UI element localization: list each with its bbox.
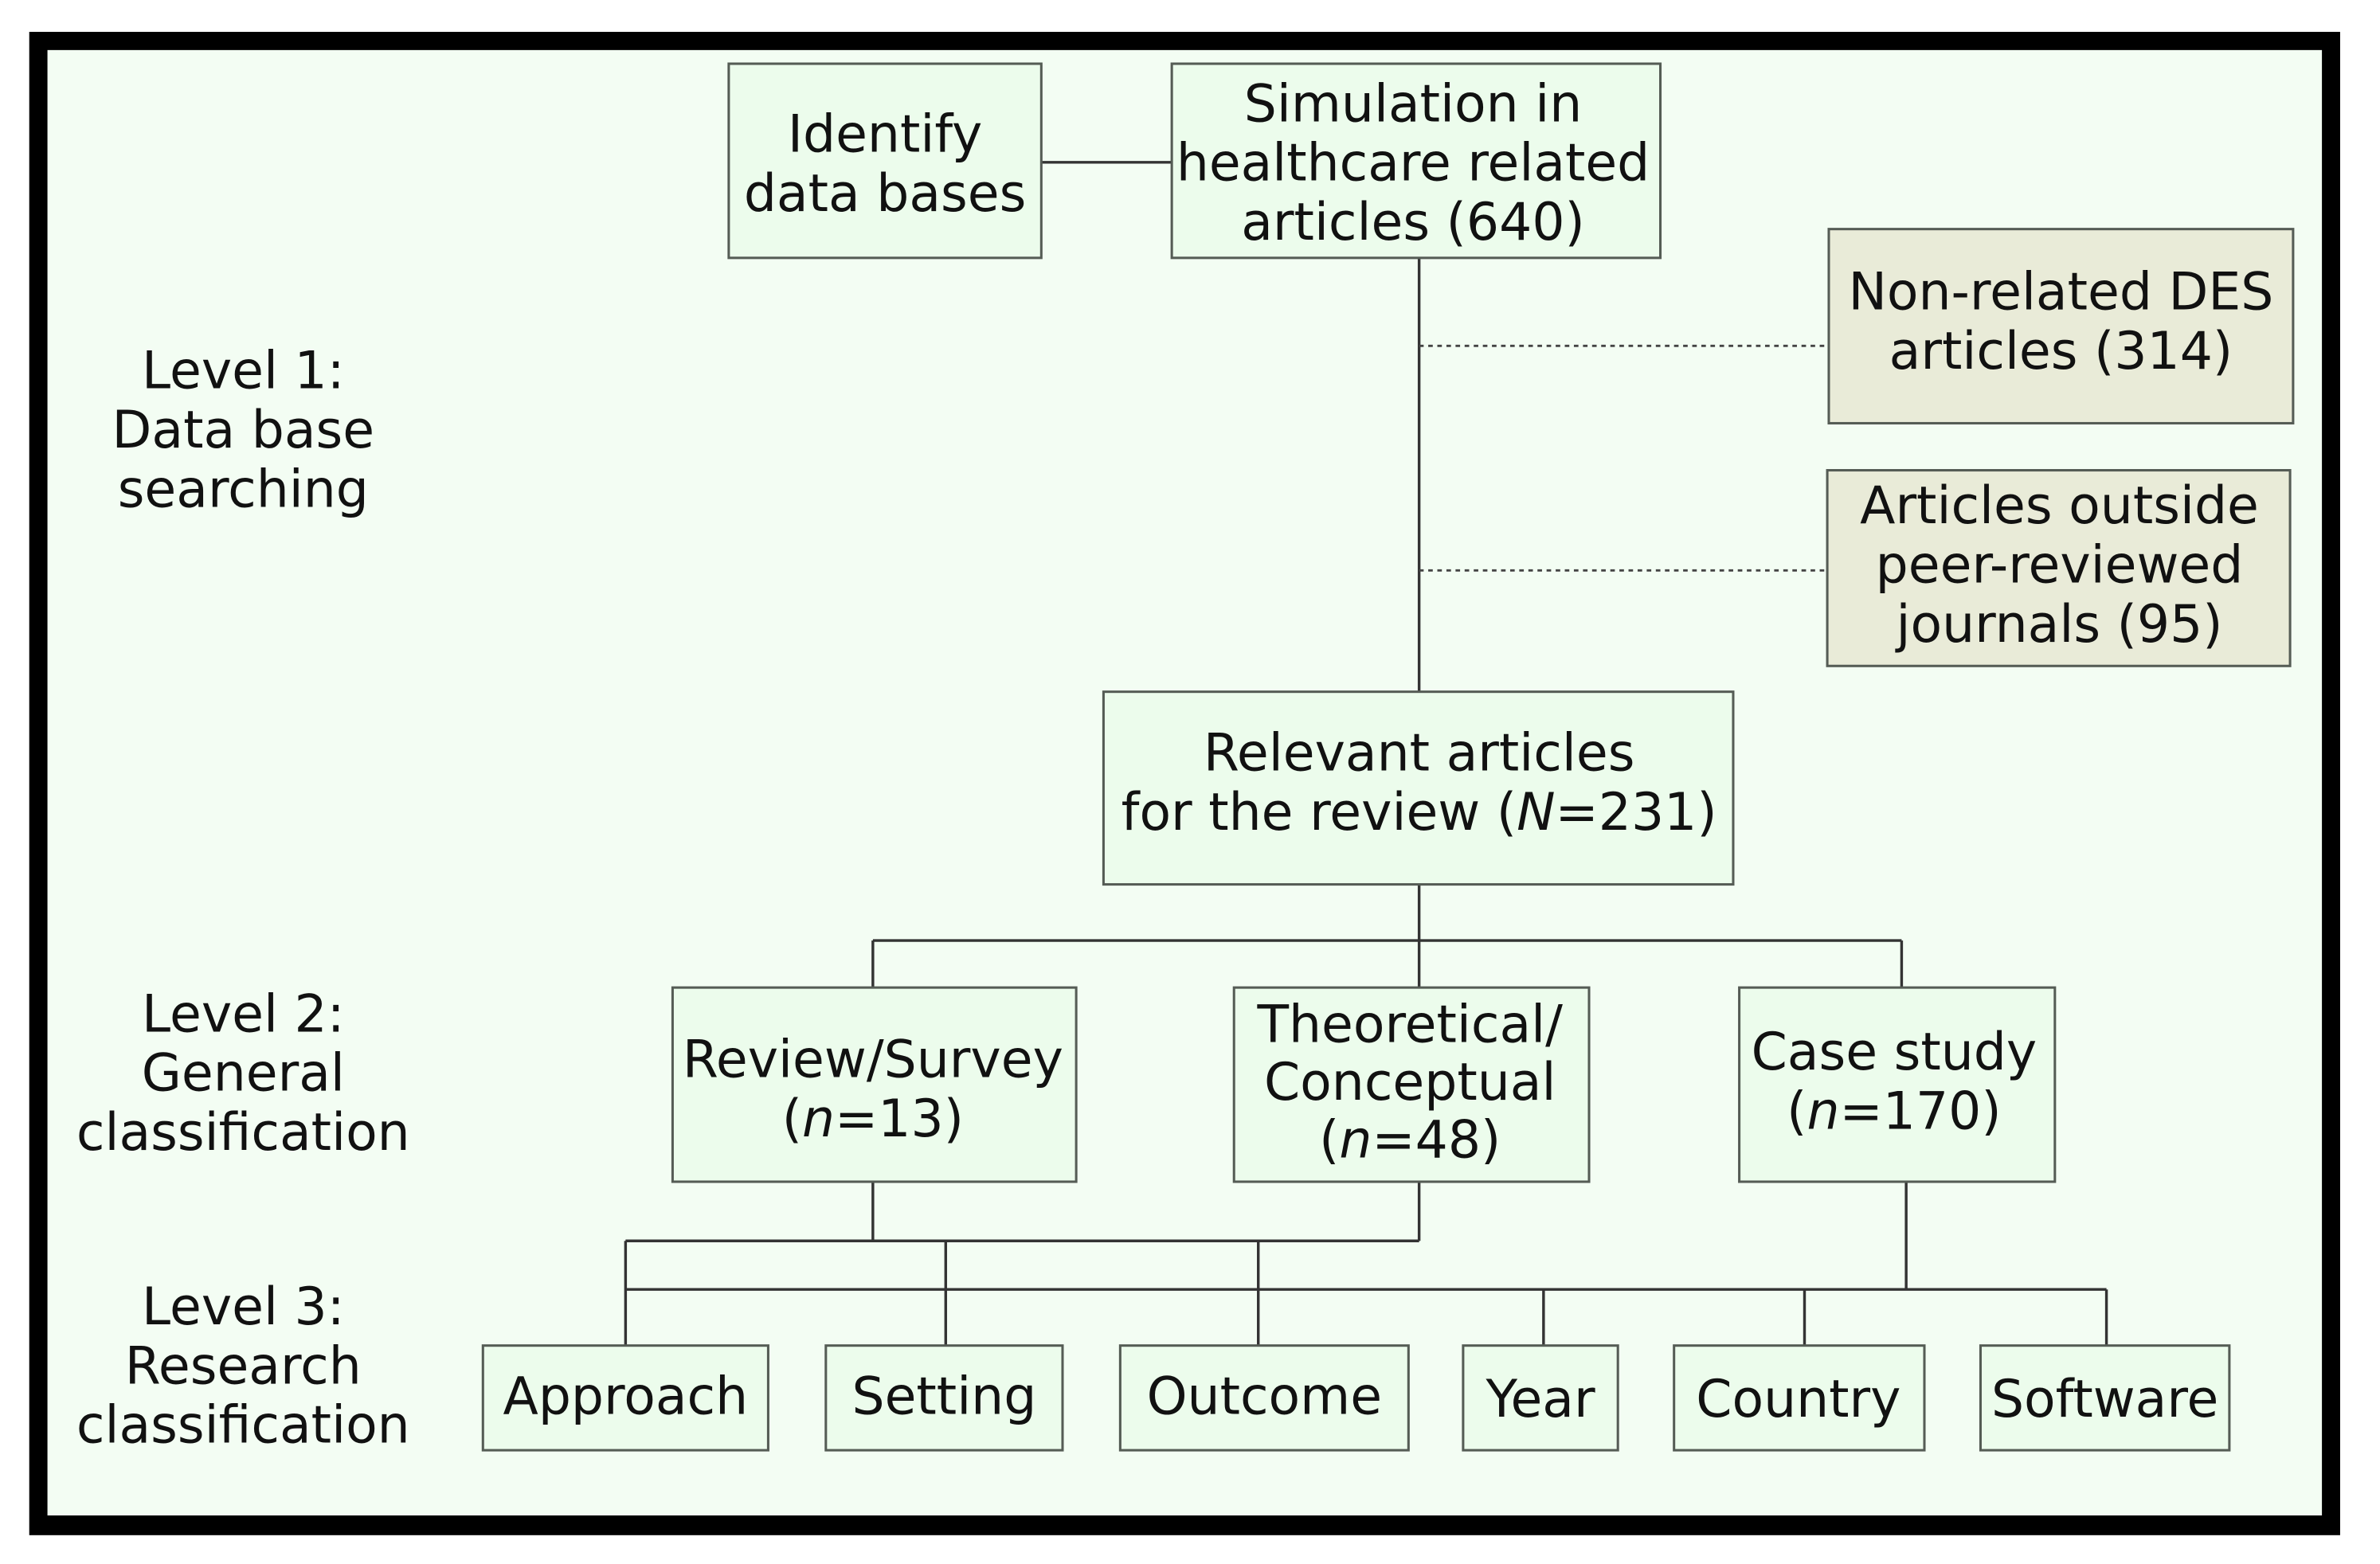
- node-text: Case study: [1752, 1022, 2037, 1082]
- level-3-line-3: classification: [76, 1396, 410, 1456]
- node-text: journals (95): [1895, 595, 2223, 655]
- node-text: articles (314): [1889, 322, 2233, 381]
- node-text: healthcare related: [1176, 134, 1650, 194]
- category-year: Year: [1462, 1344, 1619, 1452]
- category-label: Setting: [851, 1367, 1036, 1426]
- node-text: Articles outside: [1860, 476, 2259, 536]
- level-2-line-3: classification: [76, 1103, 410, 1163]
- category-label: Approach: [503, 1367, 749, 1426]
- node-text: Simulation in: [1244, 74, 1583, 134]
- category-setting: Setting: [824, 1344, 1064, 1452]
- node-text: Relevant articles: [1204, 724, 1635, 784]
- flowchart: Level 1: Data base searching Level 2: Ge…: [29, 32, 2340, 1535]
- node-text: Identify: [788, 104, 982, 164]
- node-text: articles (640): [1241, 193, 1585, 252]
- category-country: Country: [1673, 1344, 1926, 1452]
- level-1-line-2: Data base: [112, 401, 375, 460]
- node-simulation-articles: Simulation in healthcare related article…: [1170, 62, 1662, 260]
- node-outside-peer-reviewed: Articles outside peer-reviewed journals …: [1826, 469, 2292, 667]
- level-1-line-3: searching: [118, 459, 369, 519]
- node-identify-databases: Identify data bases: [727, 62, 1043, 260]
- node-relevant-articles: Relevant articles for the review (N=231): [1102, 690, 1735, 886]
- node-text: Conceptual: [1264, 1053, 1556, 1112]
- category-label: Country: [1696, 1370, 1900, 1429]
- category-outcome: Outcome: [1118, 1344, 1410, 1452]
- node-text: (n=170): [1787, 1081, 2001, 1141]
- level-3-line-1: Level 3:: [142, 1277, 345, 1337]
- category-label: Year: [1485, 1370, 1595, 1429]
- node-text: peer-reviewed: [1876, 535, 2244, 595]
- level-2-line-1: Level 2:: [142, 984, 345, 1044]
- level-1-label: Level 1: Data base searching: [112, 342, 375, 520]
- category-label: Outcome: [1147, 1367, 1383, 1426]
- node-text: (n=48): [1319, 1110, 1501, 1170]
- level-1-line-1: Level 1:: [142, 342, 345, 401]
- node-review-survey: Review/Survey (n=13): [671, 986, 1078, 1183]
- level-3-line-2: Research: [125, 1336, 362, 1396]
- node-case-study: Case study (n=170): [1738, 986, 2057, 1183]
- node-text: Non-related DES: [1848, 263, 2273, 323]
- node-text: Theoretical/: [1256, 995, 1563, 1055]
- node-non-related-des: Non-related DES articles (314): [1827, 228, 2295, 425]
- level-2-line-2: General: [142, 1044, 345, 1104]
- node-theoretical-conceptual: Theoretical/ Conceptual (n=48): [1232, 986, 1591, 1183]
- category-approach: Approach: [481, 1344, 769, 1452]
- node-text: Review/Survey: [683, 1030, 1063, 1090]
- node-text: (n=13): [782, 1089, 964, 1149]
- category-software: Software: [1979, 1344, 2231, 1452]
- category-label: Software: [1991, 1370, 2218, 1429]
- node-text: data bases: [744, 164, 1027, 224]
- node-text: for the review (N=231): [1121, 783, 1717, 843]
